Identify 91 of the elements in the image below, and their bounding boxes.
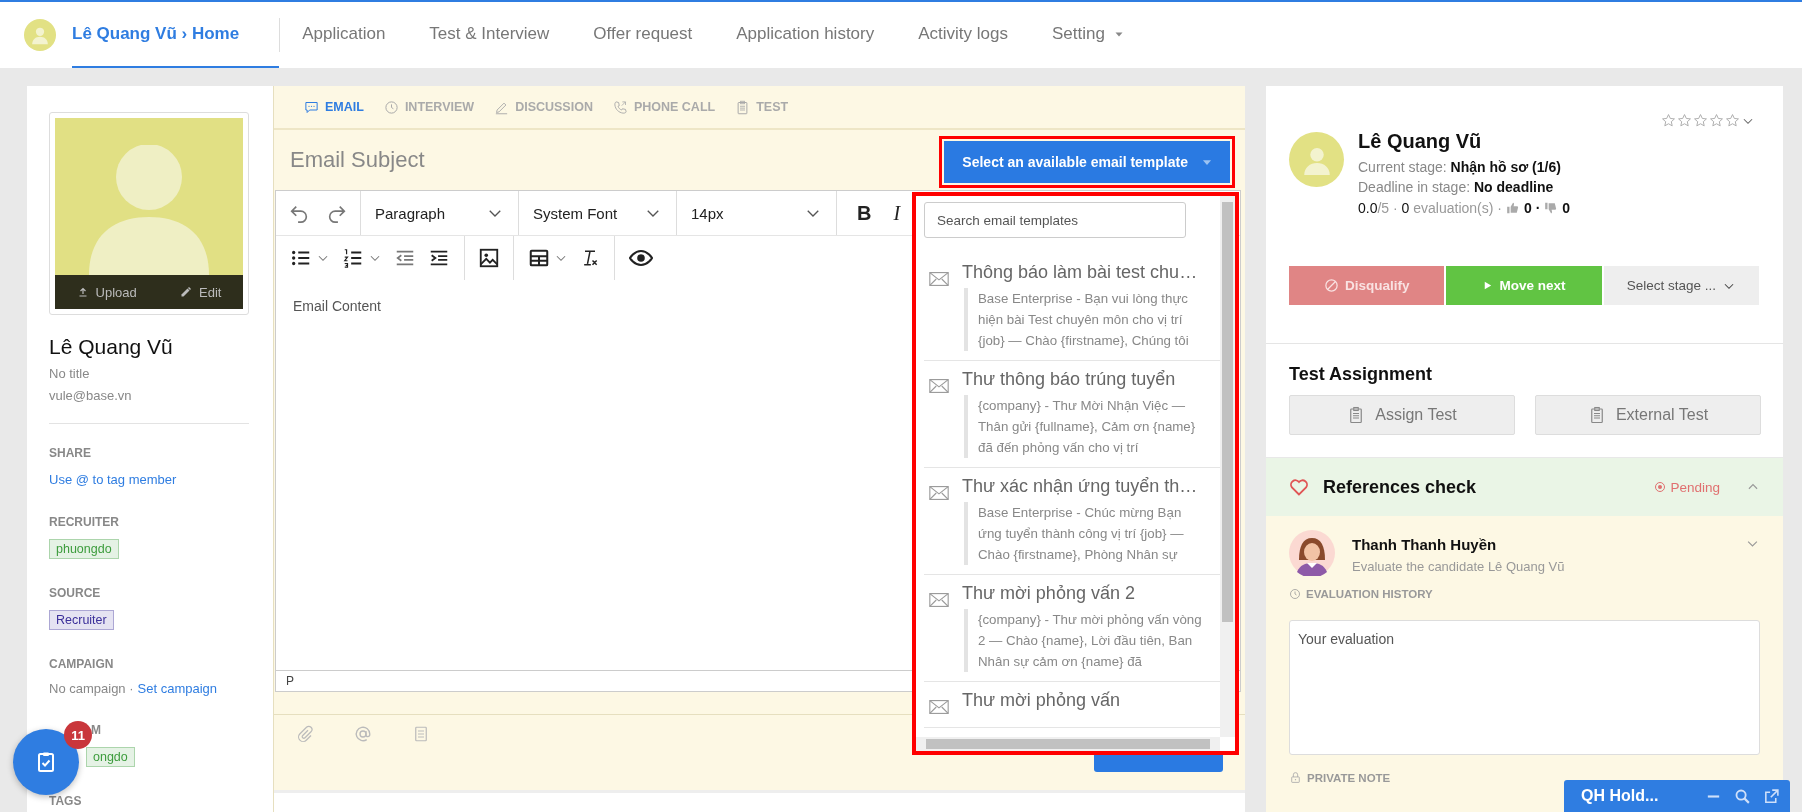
bold-button[interactable]: B <box>857 201 872 225</box>
clock-icon <box>1289 588 1301 600</box>
reviewer-subtitle: Evaluate the candidate Lê Quang Vũ <box>1352 559 1565 574</box>
menu-tab[interactable]: Setting <box>1030 2 1147 68</box>
image-icon[interactable] <box>478 247 500 269</box>
section-title: Test Assignment <box>1289 364 1434 385</box>
template-title: Thư thông báo trúng tuyển <box>962 369 1177 390</box>
format-dropdown[interactable]: 14px <box>677 191 837 235</box>
external-link-icon[interactable] <box>1763 787 1780 805</box>
evaluation-field[interactable]: Your evaluation <box>1289 620 1760 755</box>
user-tag: Recruiter <box>49 610 114 630</box>
section-label: SHARE <box>49 446 91 460</box>
user-tag: ongdo <box>86 747 135 767</box>
upload-button[interactable]: Upload <box>76 284 137 300</box>
status-text: Pending <box>1670 479 1720 495</box>
pencil-icon <box>180 286 192 298</box>
like-count: 0 · <box>1524 200 1541 216</box>
thumbs-up-icon <box>1506 201 1520 215</box>
section-label: TAGS <box>49 794 82 808</box>
section-label: EVALUATION HISTORY <box>1306 588 1433 600</box>
template-preview: Base Enterprise - Bạn vui lòng thực hiện bài Test chuyên môn cho vị trí {job} — Chào {firstname}, Chúng tôi <box>964 288 1204 351</box>
section-label: PRIVATE NOTE <box>1307 771 1391 784</box>
chat-icon <box>304 99 319 115</box>
format-dropdown[interactable]: Paragraph <box>361 191 519 235</box>
scrollbar[interactable] <box>916 737 1220 751</box>
tag-member-link[interactable]: Use @ to tag member <box>49 472 177 487</box>
section-label: CAMPAIGN <box>49 657 114 671</box>
nav-tab[interactable]: Offer request <box>571 2 715 68</box>
subject-field[interactable]: Email Subject <box>288 146 712 174</box>
template-preview: {company} - Thư mời phỏng vấn vòng 2 — Chào {name}, Lời đầu tiên, Ban Nhân sự cảm ơn {name} đã <box>964 609 1204 672</box>
candidate-name: Lê Quang Vũ <box>49 335 174 359</box>
star-icon[interactable] <box>1661 113 1676 128</box>
dislike-count: 0 <box>1562 200 1571 216</box>
template-preview: Base Enterprise - Chúc mừng Bạn ứng tuyển thành công vị trí {job} — Chào {firstname}, Phòng Nhân sự <box>964 502 1204 565</box>
section-label: SOURCE <box>49 586 101 600</box>
nav-tab[interactable]: Activity logs <box>896 2 1030 68</box>
ban-icon <box>1323 278 1339 293</box>
nav-tab[interactable]: Application history <box>714 2 897 68</box>
chat-bar[interactable]: QH Hold... <box>1564 780 1790 812</box>
numbered-list-icon[interactable] <box>342 247 364 269</box>
candidate-name: Lê Quang Vũ <box>1358 130 1483 153</box>
set-campaign-link[interactable]: Set campaign <box>137 681 218 696</box>
document-icon[interactable] <box>412 725 430 743</box>
reviewer-avatar <box>1289 530 1335 576</box>
search-icon[interactable] <box>1734 787 1751 805</box>
play-icon <box>1482 280 1494 291</box>
rating-summary: 0.0/5 · 0 evaluation(s) · <box>1358 200 1502 216</box>
lock-icon <box>1289 771 1302 784</box>
format-dropdown[interactable]: System Font <box>519 191 677 235</box>
paperclip-icon[interactable] <box>296 725 314 743</box>
star-icon[interactable] <box>1725 113 1740 128</box>
at-icon[interactable] <box>354 725 372 743</box>
phone-icon <box>612 99 628 115</box>
star-icon[interactable] <box>1693 113 1708 128</box>
section-title: References check <box>1323 476 1478 498</box>
template-title: Thư mời phỏng vấn <box>962 690 1120 711</box>
stage-dropdown[interactable]: Select stage ... <box>1603 266 1759 305</box>
template-button[interactable]: Select an available email template <box>944 140 1230 183</box>
clock-icon <box>383 99 399 115</box>
star-icon[interactable] <box>1677 113 1692 128</box>
nav-tab[interactable]: Application <box>280 2 408 68</box>
composer-tab[interactable]: EMAIL <box>304 86 364 128</box>
template-title: Thông báo làm bài test chu… <box>962 262 1199 283</box>
job-title: No title <box>49 366 91 381</box>
template-title: Thư mời phỏng vấn 2 <box>962 583 1136 604</box>
thumbs-down-icon <box>1544 201 1559 215</box>
section-label: M <box>91 723 101 737</box>
scrollbar[interactable] <box>1220 196 1235 737</box>
clipboard-icon <box>735 99 751 115</box>
template-search-field[interactable]: Search email templates <box>924 202 1186 238</box>
test-button[interactable]: External Test <box>1535 395 1761 435</box>
deadline-text: Deadline in stage: No deadline <box>1358 179 1555 195</box>
star-rating[interactable] <box>1661 113 1755 128</box>
edit-button[interactable]: Edit <box>180 284 222 300</box>
heart-icon <box>1289 477 1309 497</box>
template-preview: {company} - Thư Mời Nhận Việc — Thân gửi {fullname}, Cảm ơn {name} đã đến phỏng vấn cho vị trí <box>964 395 1204 458</box>
star-icon[interactable] <box>1709 113 1724 128</box>
table-icon[interactable] <box>528 247 550 269</box>
stage-text: Current stage: Nhận hồ sơ (1/6) <box>1358 159 1562 175</box>
nav-tab[interactable]: Test & Interview <box>407 2 572 68</box>
pending-icon <box>1654 481 1667 493</box>
campaign-value: No campaign · <box>49 681 134 696</box>
template-dropdown-menu[interactable] <box>912 192 1239 755</box>
test-button[interactable]: Assign Test <box>1289 395 1515 435</box>
section-label: RECRUITER <box>49 515 119 529</box>
home-tab[interactable]: Lê Quang Vũ › Home <box>72 2 280 68</box>
italic-button[interactable]: I <box>893 201 901 225</box>
reviewer-name: Thanh Thanh Huyền <box>1352 536 1498 553</box>
template-title: Thư xác nhận ứng tuyển th… <box>962 476 1199 497</box>
email-text: vule@base.vn <box>49 388 133 403</box>
user-tag: phuongdo <box>49 539 119 559</box>
